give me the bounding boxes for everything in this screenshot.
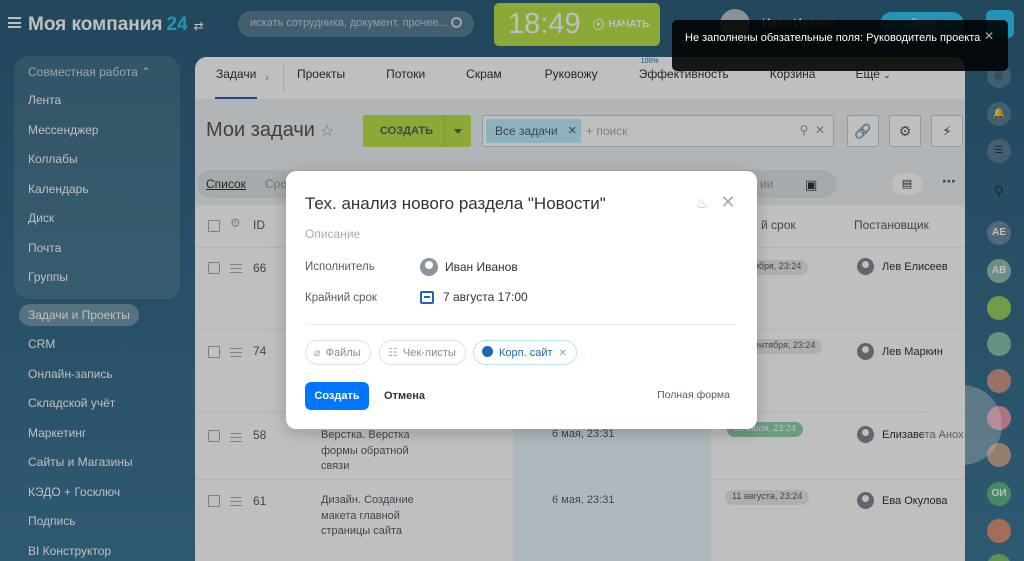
description-field[interactable]: Описание bbox=[305, 227, 360, 241]
assignee-field[interactable]: Иван Иванов bbox=[420, 258, 518, 276]
deadline-label: Крайний срок bbox=[305, 292, 377, 304]
files-button[interactable]: ⌀ Файлы bbox=[305, 340, 371, 365]
checklists-label: Чек-листы bbox=[402, 347, 456, 359]
paperclip-icon: ⌀ bbox=[314, 347, 321, 359]
fire-icon[interactable]: ♨ bbox=[694, 195, 710, 211]
task-title-input[interactable]: Тех. анализ нового раздела "Новости" bbox=[305, 194, 606, 214]
remove-icon[interactable]: ✕ bbox=[559, 348, 567, 359]
calendar-icon bbox=[420, 290, 434, 304]
assignee-name: Иван Иванов bbox=[445, 260, 518, 274]
assignee-label: Исполнитель bbox=[305, 261, 375, 273]
divider bbox=[305, 324, 737, 325]
project-chip[interactable]: Корп. сайт ✕ bbox=[473, 340, 577, 365]
quick-task-popup: Тех. анализ нового раздела "Новости" ♨ ✕… bbox=[286, 171, 757, 429]
checklists-button[interactable]: ☷ Чек-листы bbox=[379, 340, 466, 365]
create-task-button[interactable]: Создать bbox=[305, 382, 369, 410]
folder-icon bbox=[482, 346, 493, 357]
error-toast: Не заполнены обязательные поля: Руководи… bbox=[672, 20, 1008, 71]
deadline-value: 7 августа 17:00 bbox=[443, 290, 528, 304]
close-icon[interactable]: ✕ bbox=[718, 192, 738, 212]
project-label: Корп. сайт bbox=[499, 347, 553, 359]
checklist-icon: ☷ bbox=[388, 347, 398, 359]
cancel-button[interactable]: Отмена bbox=[384, 382, 425, 410]
deadline-field[interactable]: 7 августа 17:00 bbox=[420, 290, 528, 304]
full-form-link[interactable]: Полная форма bbox=[657, 389, 730, 401]
avatar bbox=[420, 258, 438, 276]
toast-message: Не заполнены обязательные поля: Руководи… bbox=[685, 32, 981, 44]
close-icon[interactable]: ✕ bbox=[984, 29, 994, 43]
files-label: Файлы bbox=[325, 347, 361, 359]
